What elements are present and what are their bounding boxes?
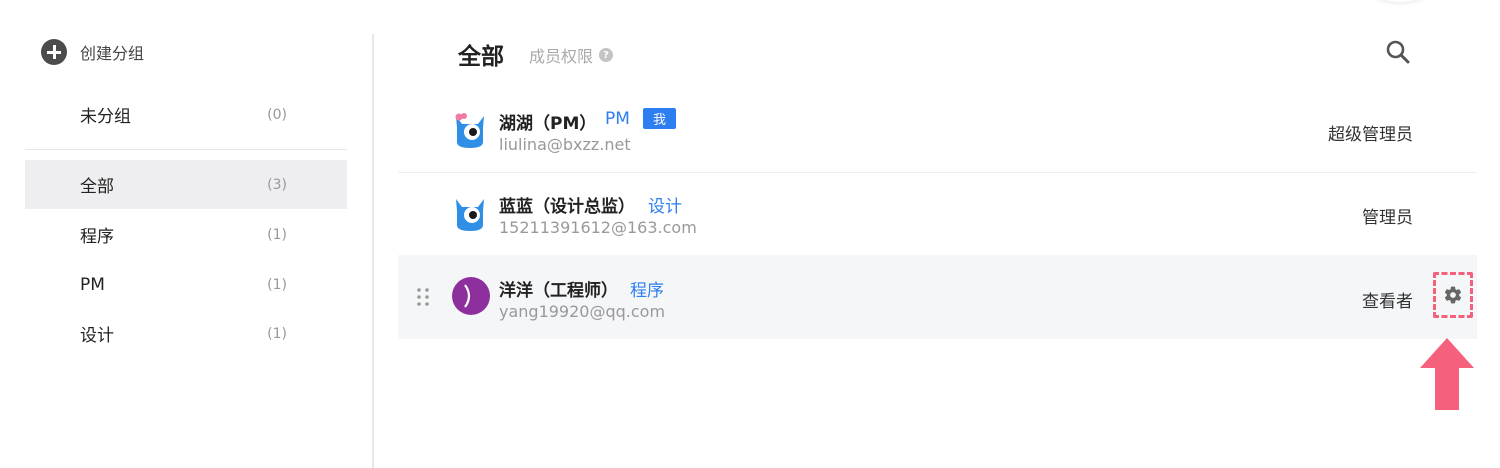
create-group-label: 创建分组 bbox=[80, 44, 145, 63]
member-row[interactable]: 湖湖（PM） PM 我 liulina@bxzz.net 超级管理员 bbox=[398, 88, 1477, 172]
group-item-all[interactable]: 全部 (3) bbox=[25, 160, 347, 209]
member-name: 蓝蓝（设计总监） bbox=[499, 197, 635, 217]
member-group-tag[interactable]: PM bbox=[605, 109, 630, 129]
member-row[interactable]: 蓝蓝（设计总监） 设计 15211391612@163.com 管理员 bbox=[398, 171, 1477, 255]
member-permissions-label: 成员权限 bbox=[529, 47, 594, 66]
group-name: 全部 bbox=[80, 177, 114, 197]
top-right-fragment bbox=[1370, 0, 1430, 2]
group-item-program[interactable]: 程序 (1) bbox=[25, 210, 347, 259]
member-email: liulina@bxzz.net bbox=[499, 135, 631, 154]
group-item-ungrouped[interactable]: 未分组 (0) bbox=[25, 90, 347, 139]
group-item-pm[interactable]: PM (1) bbox=[25, 260, 347, 309]
search-icon bbox=[1386, 40, 1410, 64]
page-title: 全部 bbox=[458, 44, 504, 70]
member-role: 超级管理员 bbox=[1328, 125, 1413, 145]
group-count: (1) bbox=[267, 226, 287, 243]
create-group-button[interactable]: 创建分组 bbox=[41, 39, 144, 65]
member-group-tag[interactable]: 程序 bbox=[630, 276, 664, 301]
gear-icon bbox=[1444, 286, 1462, 304]
me-badge: 我 bbox=[643, 108, 676, 129]
member-group-tag[interactable]: 设计 bbox=[648, 192, 682, 217]
member-role: 查看者 bbox=[1362, 292, 1413, 312]
group-count: (1) bbox=[267, 276, 287, 293]
member-role: 管理员 bbox=[1362, 208, 1413, 228]
plus-circle-icon bbox=[41, 39, 67, 65]
help-icon[interactable]: ? bbox=[599, 48, 614, 62]
group-count: (1) bbox=[267, 325, 287, 342]
member-name: 洋洋（工程师） bbox=[499, 281, 618, 301]
blue-monster-avatar-icon bbox=[456, 199, 484, 231]
member-settings-button[interactable] bbox=[1433, 272, 1473, 318]
group-name: PM bbox=[80, 274, 105, 295]
blue-monster-avatar-icon bbox=[455, 113, 484, 148]
group-item-design[interactable]: 设计 (1) bbox=[25, 309, 347, 358]
member-email: yang19920@qq.com bbox=[499, 302, 666, 321]
group-name: 设计 bbox=[80, 326, 114, 346]
drag-handle-icon[interactable] bbox=[416, 287, 430, 307]
sidebar-divider bbox=[25, 149, 347, 150]
member-email: 15211391612@163.com bbox=[499, 218, 697, 237]
member-permissions-link[interactable]: 成员权限 ? bbox=[529, 43, 614, 67]
group-count: (3) bbox=[267, 176, 287, 193]
group-sidebar: 创建分组 未分组 (0) 全部 (3) 程序 (1) PM (1) 设计 (1) bbox=[0, 0, 372, 468]
member-name: 湖湖（PM） bbox=[499, 114, 597, 134]
search-button[interactable] bbox=[1384, 38, 1412, 66]
sidebar-vertical-divider bbox=[372, 34, 374, 468]
pointer-arrow-icon bbox=[1420, 338, 1474, 410]
group-name: 程序 bbox=[80, 227, 114, 247]
purple-avatar-icon bbox=[452, 277, 490, 315]
group-count: (0) bbox=[267, 106, 287, 123]
group-name: 未分组 bbox=[80, 107, 131, 127]
member-row[interactable]: 洋洋（工程师） 程序 yang19920@qq.com 查看者 bbox=[398, 255, 1477, 339]
